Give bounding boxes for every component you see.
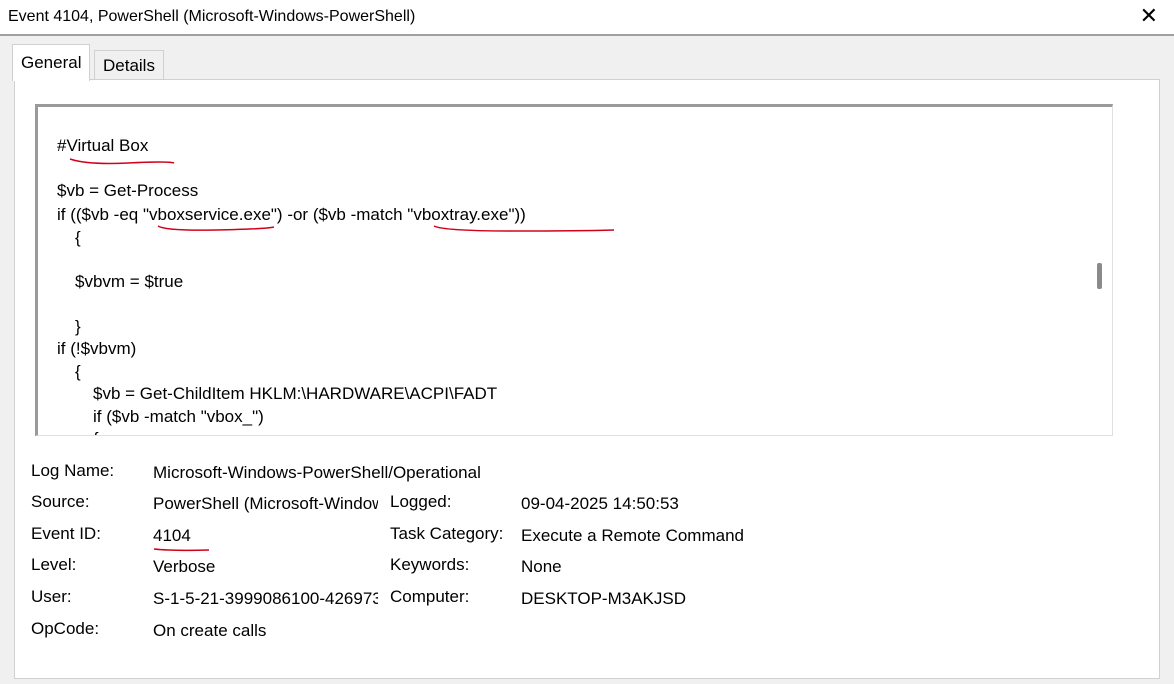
red-underline-annotation — [69, 158, 175, 165]
code-line: if (!$vbvm) — [57, 339, 137, 358]
task-category-value: Execute a Remote Command — [521, 526, 744, 545]
opcode-value: On create calls — [153, 621, 267, 640]
event-id-label: Event ID: — [31, 524, 101, 543]
code-line: } — [75, 317, 81, 336]
code-line: if (($vb -eq "vboxservice.exe") -or ($vb… — [57, 205, 526, 224]
source-value: PowerShell (Microsoft-Windows-PowerShell… — [153, 494, 378, 513]
scrollbar-thumb[interactable] — [1097, 263, 1102, 289]
task-category-label: Task Category: — [390, 524, 504, 543]
log-name-value: Microsoft-Windows-PowerShell/Operational — [153, 463, 481, 482]
code-line: $vbvm = $true — [75, 272, 184, 291]
keywords-value: None — [521, 557, 562, 576]
window-title: Event 4104, PowerShell (Microsoft-Window… — [8, 8, 416, 25]
logged-value: 09-04-2025 14:50:53 — [521, 494, 679, 513]
user-value: S-1-5-21-3999086100-4269735 — [153, 589, 378, 608]
code-line: { — [75, 362, 81, 381]
computer-label: Computer: — [390, 587, 470, 606]
red-underline-annotation — [433, 225, 615, 232]
general-panel: #Virtual Box $vb = Get-Process if (($vb … — [14, 79, 1160, 679]
red-underline-annotation — [157, 225, 275, 231]
code-line-partial: { — [93, 429, 99, 435]
event-message-box[interactable]: #Virtual Box $vb = Get-Process if (($vb … — [35, 104, 1113, 436]
computer-value: DESKTOP-M3AKJSD — [521, 589, 687, 608]
code-line: $vb = Get-Process — [57, 181, 199, 200]
log-name-label: Log Name: — [31, 461, 115, 480]
level-label: Level: — [31, 555, 77, 574]
code-line: { — [75, 228, 81, 247]
keywords-label: Keywords: — [390, 555, 470, 574]
tab-details[interactable]: Details — [94, 50, 164, 81]
level-value: Verbose — [153, 557, 216, 576]
opcode-label: OpCode: — [31, 619, 100, 638]
red-underline-annotation — [153, 548, 210, 552]
title-bar: Event 4104, PowerShell (Microsoft-Window… — [0, 0, 1174, 36]
event-id-value: 4104 — [153, 526, 191, 545]
code-line: if ($vb -match "vbox_") — [93, 407, 264, 426]
source-label: Source: — [31, 492, 90, 511]
logged-label: Logged: — [390, 492, 452, 511]
code-line: #Virtual Box — [57, 136, 149, 155]
close-icon[interactable]: ✕ — [1140, 3, 1158, 29]
tab-general[interactable]: General — [12, 44, 91, 81]
code-line: $vb = Get-ChildItem HKLM:\HARDWARE\ACPI\… — [93, 384, 498, 403]
user-label: User: — [31, 587, 72, 606]
